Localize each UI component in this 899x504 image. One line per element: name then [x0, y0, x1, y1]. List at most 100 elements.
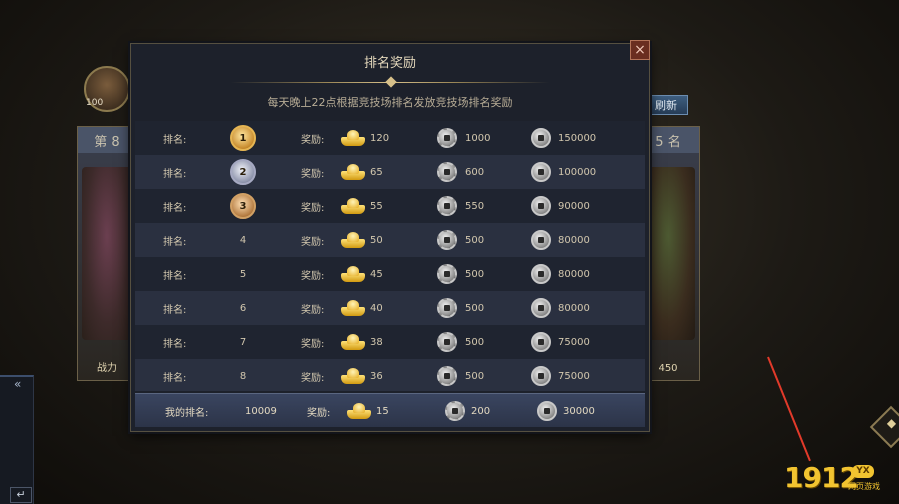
- table-row: 排名: 8 奖励: 36 500 75000: [135, 359, 645, 391]
- rank-value: 6: [239, 302, 247, 314]
- ingot-value: 36: [370, 370, 383, 382]
- table-row: 排名: 6 奖励: 40 500 80000: [135, 291, 645, 325]
- rank-medal-icon: 1: [223, 121, 263, 155]
- rank-label: 排名:: [163, 372, 187, 384]
- rank-label: 排名:: [163, 236, 187, 248]
- copper-coin-icon: [531, 291, 551, 325]
- copper-coin-icon: [531, 155, 551, 189]
- rank-value: 4: [239, 234, 247, 246]
- gold-ingot-icon: [341, 189, 365, 223]
- reward-label: 奖励:: [301, 338, 325, 350]
- watermark-badge: YX: [852, 465, 874, 478]
- ingot-value: 45: [370, 268, 383, 280]
- reward-label: 奖励:: [301, 202, 325, 214]
- silver-gear-coin-icon: [437, 359, 457, 391]
- copper-coin-icon: [531, 359, 551, 391]
- copper-coin-icon: [531, 257, 551, 291]
- table-row: 排名: 7 奖励: 38 500 75000: [135, 325, 645, 359]
- table-row: 排名: 2 奖励: 65 600 100000: [135, 155, 645, 189]
- rank-label: 排名:: [163, 304, 187, 316]
- table-row: 排名: 1 奖励: 120 1000 150000: [135, 121, 645, 155]
- chat-panel[interactable]: [0, 375, 34, 504]
- ingot-value: 38: [370, 336, 383, 348]
- reward-label: 奖励:: [301, 270, 325, 282]
- silver-gear-coin-icon: [437, 155, 457, 189]
- rank-label: 排名:: [163, 270, 187, 282]
- gold-ingot-icon: [341, 223, 365, 257]
- gold-ingot-icon: [341, 291, 365, 325]
- coin1-value: 550: [465, 200, 485, 212]
- collapse-icon[interactable]: «: [14, 377, 34, 391]
- opponent-card-left-power: 战力: [97, 363, 117, 374]
- rank-medal-icon: 2: [223, 155, 263, 189]
- my-ingot-value: 15: [376, 405, 389, 417]
- reward-label: 奖励:: [301, 236, 325, 248]
- gold-ingot-icon: [341, 359, 365, 391]
- menu-icon: ◆: [886, 416, 897, 431]
- ingot-value: 55: [370, 200, 383, 212]
- silver-gear-coin-icon: [437, 189, 457, 223]
- red-arrow-annotation: [767, 356, 811, 462]
- copper-coin-icon: [531, 121, 551, 155]
- copper-coin-icon: [531, 189, 551, 223]
- coin1-value: 500: [465, 302, 485, 314]
- coin2-value: 75000: [558, 370, 590, 382]
- rank-reward-dialog: 排名奖励 × 每天晚上22点根据竞技场排名发放竞技场排名奖励 排名: 1 奖励: 12…: [130, 40, 650, 432]
- rank-label: 排名:: [163, 338, 187, 350]
- coin1-value: 500: [465, 370, 485, 382]
- menu-diamond-button[interactable]: ◆: [869, 405, 899, 449]
- reward-label: 奖励:: [301, 168, 325, 180]
- rank-label: 排名:: [163, 168, 187, 180]
- rank-label: 排名:: [163, 134, 187, 146]
- gold-ingot-icon: [341, 155, 365, 189]
- copper-coin-icon: [531, 325, 551, 359]
- gold-ingot-icon: [347, 394, 371, 428]
- coin2-value: 80000: [558, 234, 590, 246]
- my-reward-label: 奖励:: [307, 407, 331, 419]
- coin2-value: 150000: [558, 132, 597, 144]
- divider-gem-icon: [385, 76, 397, 88]
- bronze-medal-icon: 3: [230, 193, 256, 219]
- coin2-value: 75000: [558, 336, 590, 348]
- reward-label: 奖励:: [301, 134, 325, 146]
- hero-portrait: [82, 167, 132, 340]
- coin2-value: 80000: [558, 302, 590, 314]
- rank-medal-icon: 3: [223, 189, 263, 223]
- copper-coin-icon: [537, 394, 557, 428]
- rank-value: 5: [239, 268, 247, 280]
- copper-coin-icon: [531, 223, 551, 257]
- my-rank-row: 我的排名: 10009 奖励: 15 200 30000: [135, 393, 645, 427]
- ingot-value: 120: [370, 132, 390, 144]
- watermark-subtitle: 网页游戏: [848, 482, 880, 491]
- my-coin1-value: 200: [471, 405, 491, 417]
- gold-ingot-icon: [341, 121, 365, 155]
- ingot-value: 50: [370, 234, 383, 246]
- coin1-value: 500: [465, 268, 485, 280]
- ingot-value: 40: [370, 302, 383, 314]
- site-watermark: 1912: [784, 461, 859, 494]
- gold-ingot-icon: [341, 325, 365, 359]
- table-row: 排名: 3 奖励: 55 550 90000: [135, 189, 645, 223]
- coin1-value: 1000: [465, 132, 491, 144]
- coin2-value: 100000: [558, 166, 597, 178]
- opponent-card-left[interactable]: 第 8 战力: [77, 126, 137, 381]
- enter-button[interactable]: ↵: [10, 487, 32, 503]
- my-rank-label: 我的排名:: [165, 407, 209, 419]
- opponent-card-left-title: 第 8: [78, 127, 136, 153]
- ingot-value: 65: [370, 166, 383, 178]
- player-level: 100: [86, 98, 104, 108]
- reward-table: 排名: 1 奖励: 120 1000 150000 排名: 2 奖励: 65 600 100000 排名…: [135, 121, 645, 391]
- coin1-value: 500: [465, 234, 485, 246]
- coin2-value: 80000: [558, 268, 590, 280]
- refresh-button[interactable]: 刷新: [644, 95, 688, 115]
- rank-label: 排名:: [163, 202, 187, 214]
- dialog-subtitle: 每天晚上22点根据竞技场排名发放竞技场排名奖励: [267, 96, 513, 109]
- silver-gear-coin-icon: [437, 291, 457, 325]
- silver-gear-coin-icon: [437, 325, 457, 359]
- gold-ingot-icon: [341, 257, 365, 291]
- silver-medal-icon: 2: [230, 159, 256, 185]
- close-button[interactable]: ×: [630, 40, 650, 60]
- dialog-title: 排名奖励: [363, 56, 416, 71]
- table-row: 排名: 4 奖励: 50 500 80000: [135, 223, 645, 257]
- reward-label: 奖励:: [301, 304, 325, 316]
